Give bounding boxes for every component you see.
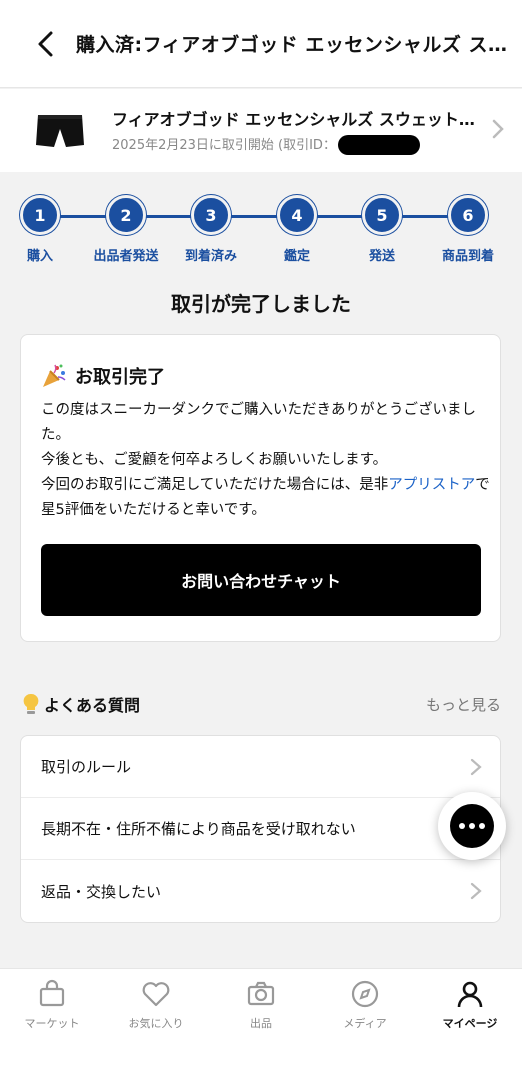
step-delivered: 6 商品到着: [423, 195, 513, 264]
faq-header: よくある質問 もっと見る: [20, 690, 501, 718]
heart-icon: [142, 982, 170, 1007]
person-icon: [457, 981, 483, 1008]
bag-icon: [39, 979, 65, 1007]
step-authentication: 4 鑑定: [252, 195, 342, 264]
compass-icon: [351, 980, 379, 1008]
step-arrived: 3 到着済み: [166, 195, 256, 264]
faq-title: よくある質問: [44, 696, 141, 715]
progress-steps: 1 購入 2 出品者発送 3 到着済み 4 鑑定 5 発送 6 商品到着: [0, 195, 522, 270]
faq-list: 取引のルール 長期不在・住所不備により商品を受け取れない 返品・交換したい: [20, 735, 501, 923]
step-seller-shipped: 2 出品者発送: [81, 195, 171, 264]
step-purchase: 1 購入: [0, 195, 85, 264]
chevron-right-icon: [470, 882, 482, 900]
product-summary[interactable]: フィアオブゴッド エッセンシャルズ スウェットショーツ 2025年2月23日に取…: [0, 89, 522, 172]
product-meta: 2025年2月23日に取引開始 (取引ID：: [112, 134, 482, 156]
page-title: 購入済:フィアオブゴッド エッセンシャルズ スウェットショーツ: [76, 34, 516, 56]
tab-mypage[interactable]: マイページ: [418, 979, 522, 1031]
camera-icon: [247, 981, 275, 1006]
faq-item-undeliverable[interactable]: 長期不在・住所不備により商品を受け取れない: [21, 798, 500, 860]
redaction-mark: [337, 135, 420, 156]
tab-sell[interactable]: 出品: [209, 979, 313, 1031]
more-dots-icon: [450, 804, 494, 848]
party-popper-icon: [43, 364, 66, 387]
faq-more-link[interactable]: もっと見る: [426, 694, 501, 715]
back-button[interactable]: [16, 14, 76, 74]
bottom-tab-bar: マーケット お気に入り 出品 メディア マイページ: [0, 968, 522, 1080]
tab-media[interactable]: メディア: [313, 979, 417, 1031]
shorts-image: [36, 114, 84, 147]
card-title: お取引完了: [41, 363, 165, 389]
lightbulb-icon: [23, 693, 39, 714]
product-thumbnail: [30, 101, 90, 161]
app-store-link[interactable]: アプリストア: [388, 477, 475, 493]
chat-fab-button[interactable]: [438, 792, 506, 860]
card-message: この度はスニーカーダンクでご購入いただきありがとうございました。 今後とも、ご愛…: [41, 402, 490, 518]
tab-market[interactable]: マーケット: [0, 979, 104, 1031]
faq-item-rules[interactable]: 取引のルール: [21, 736, 500, 798]
tab-favorites[interactable]: お気に入り: [104, 979, 208, 1031]
completion-card: お取引完了 この度はスニーカーダンクでご購入いただきありがとうございました。 今…: [20, 334, 501, 642]
faq-item-return[interactable]: 返品・交換したい: [21, 860, 500, 922]
product-name: フィアオブゴッド エッセンシャルズ スウェットショーツ: [112, 109, 482, 129]
status-title: 取引が完了しました: [171, 292, 351, 316]
top-bar: 購入済:フィアオブゴッド エッセンシャルズ スウェットショーツ: [0, 0, 522, 88]
chevron-left-icon: [38, 31, 53, 56]
contact-chat-button[interactable]: お問い合わせチャット: [41, 544, 481, 616]
chevron-right-icon: [470, 758, 482, 776]
step-shipped: 5 発送: [337, 195, 427, 264]
chevron-right-icon: [492, 119, 504, 139]
